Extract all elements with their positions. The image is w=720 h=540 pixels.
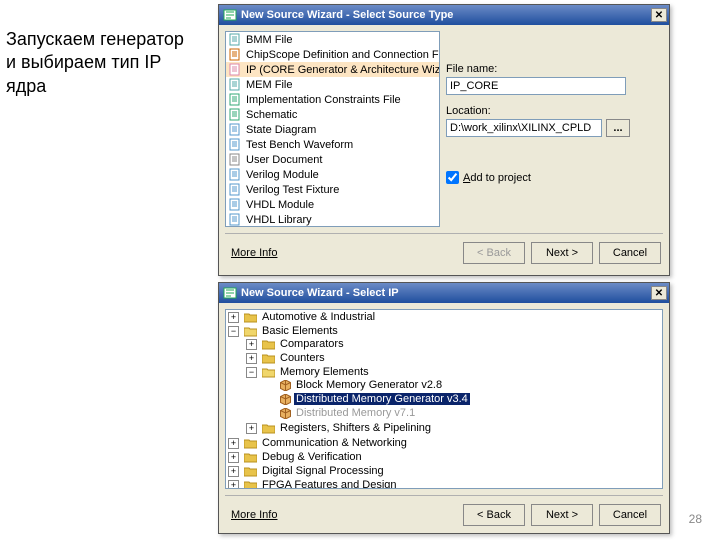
tree-item-label: Memory Elements: [278, 366, 371, 378]
add-to-project-input[interactable]: [446, 171, 459, 184]
list-item-label: Verilog Module: [246, 169, 319, 181]
collapse-icon[interactable]: −: [228, 326, 239, 337]
tree-item[interactable]: + Comparators: [246, 338, 662, 350]
titlebar[interactable]: New Source Wizard - Select IP ✕: [219, 283, 669, 303]
file-name-input[interactable]: [446, 77, 626, 95]
list-item-label: IP (CORE Generator & Architecture Wizard…: [246, 64, 440, 76]
cancel-button[interactable]: Cancel: [599, 504, 661, 526]
tree-item[interactable]: + Registers, Shifters & Pipelining: [246, 422, 662, 434]
tree-item[interactable]: − Memory Elements: [246, 366, 662, 378]
more-info-link[interactable]: More Info: [227, 507, 281, 523]
list-item-label: User Document: [246, 154, 322, 166]
list-item[interactable]: Test Bench Waveform: [226, 137, 439, 152]
list-item[interactable]: User Document: [226, 152, 439, 167]
list-item-label: State Diagram: [246, 124, 316, 136]
list-item-label: Implementation Constraints File: [246, 94, 401, 106]
list-item[interactable]: MEM File: [226, 77, 439, 92]
add-to-project-checkbox[interactable]: Add to project: [446, 171, 663, 184]
expand-icon[interactable]: +: [246, 353, 257, 364]
list-item-label: Verilog Test Fixture: [246, 184, 339, 196]
list-item[interactable]: Verilog Test Fixture: [226, 182, 439, 197]
source-type-list[interactable]: BMM File ChipScope Definition and Connect…: [225, 31, 440, 227]
tree-item[interactable]: + FPGA Features and Design: [228, 479, 662, 489]
tree-item-label: Automotive & Industrial: [260, 311, 377, 323]
close-icon[interactable]: ✕: [651, 8, 667, 22]
instruction-text: Запускаем генератор и выбираем тип IP яд…: [6, 28, 206, 98]
tree-item[interactable]: + Counters: [246, 352, 662, 364]
list-item[interactable]: VHDL Library: [226, 212, 439, 227]
app-icon: [223, 286, 237, 300]
expand-icon[interactable]: +: [246, 423, 257, 434]
button-row: More Info < Back Next > Cancel: [219, 234, 669, 272]
tree-item[interactable]: Block Memory Generator v2.8: [264, 379, 662, 391]
back-button: < Back: [463, 242, 525, 264]
expand-icon[interactable]: +: [228, 438, 239, 449]
dialog-select-ip: New Source Wizard - Select IP ✕ + Automot…: [218, 282, 670, 534]
tree-item-label: Basic Elements: [260, 325, 340, 337]
close-icon[interactable]: ✕: [651, 286, 667, 300]
browse-button[interactable]: ...: [606, 119, 630, 137]
next-button[interactable]: Next >: [531, 504, 593, 526]
list-item[interactable]: IP (CORE Generator & Architecture Wizard…: [226, 62, 439, 77]
tree-item-label: Counters: [278, 352, 327, 364]
tree-item[interactable]: + Debug & Verification: [228, 451, 662, 463]
list-item[interactable]: ChipScope Definition and Connection File: [226, 47, 439, 62]
cancel-button[interactable]: Cancel: [599, 242, 661, 264]
expand-icon[interactable]: +: [228, 480, 239, 490]
tree-item[interactable]: + Digital Signal Processing: [228, 465, 662, 477]
list-item-label: MEM File: [246, 79, 292, 91]
list-item[interactable]: State Diagram: [226, 122, 439, 137]
add-to-project-label: Add to project: [463, 172, 531, 184]
list-item-label: Schematic: [246, 109, 297, 121]
list-item[interactable]: VHDL Module: [226, 197, 439, 212]
location-label: Location:: [446, 105, 663, 117]
list-item-label: VHDL Library: [246, 214, 312, 226]
page-number: 28: [689, 512, 702, 526]
next-button[interactable]: Next >: [531, 242, 593, 264]
titlebar[interactable]: New Source Wizard - Select Source Type ✕: [219, 5, 669, 25]
back-button[interactable]: < Back: [463, 504, 525, 526]
location-input[interactable]: [446, 119, 602, 137]
file-name-label: File name:: [446, 63, 663, 75]
form-panel: File name: Location: ... Add to project: [446, 31, 663, 227]
app-icon: [223, 8, 237, 22]
expand-icon[interactable]: +: [228, 452, 239, 463]
tree-item[interactable]: − Basic Elements: [228, 325, 662, 337]
list-item-label: ChipScope Definition and Connection File: [246, 49, 440, 61]
list-item[interactable]: BMM File: [226, 32, 439, 47]
list-item[interactable]: Implementation Constraints File: [226, 92, 439, 107]
expand-icon[interactable]: +: [246, 339, 257, 350]
tree-item[interactable]: Distributed Memory v7.1: [264, 407, 662, 419]
tree-item[interactable]: + Communication & Networking: [228, 437, 662, 449]
tree-item-label: FPGA Features and Design: [260, 479, 399, 489]
dialog-title: New Source Wizard - Select IP: [241, 287, 651, 299]
dialog-title: New Source Wizard - Select Source Type: [241, 9, 651, 21]
expand-icon[interactable]: +: [228, 312, 239, 323]
button-row: More Info < Back Next > Cancel: [219, 496, 669, 534]
ip-tree[interactable]: +Automotive & Industrial−Basic Elements+…: [225, 309, 663, 489]
tree-item-label: Registers, Shifters & Pipelining: [278, 422, 433, 434]
list-item-label: BMM File: [246, 34, 292, 46]
list-item-label: VHDL Module: [246, 199, 314, 211]
dialog-select-source-type: New Source Wizard - Select Source Type ✕…: [218, 4, 670, 276]
tree-item-label: Debug & Verification: [260, 451, 364, 463]
tree-item-label: Communication & Networking: [260, 437, 409, 449]
tree-item-label: Digital Signal Processing: [260, 465, 386, 477]
list-item[interactable]: Verilog Module: [226, 167, 439, 182]
more-info-link[interactable]: More Info: [227, 245, 281, 261]
list-item-label: Test Bench Waveform: [246, 139, 353, 151]
tree-item-label: Block Memory Generator v2.8: [294, 379, 444, 391]
expand-icon[interactable]: +: [228, 466, 239, 477]
tree-item[interactable]: Distributed Memory Generator v3.4: [264, 393, 662, 405]
list-item[interactable]: Schematic: [226, 107, 439, 122]
collapse-icon[interactable]: −: [246, 367, 257, 378]
tree-item[interactable]: + Automotive & Industrial: [228, 311, 662, 323]
tree-item-label: Distributed Memory Generator v3.4: [294, 393, 470, 405]
tree-item-label: Distributed Memory v7.1: [294, 407, 417, 419]
tree-item-label: Comparators: [278, 338, 346, 350]
